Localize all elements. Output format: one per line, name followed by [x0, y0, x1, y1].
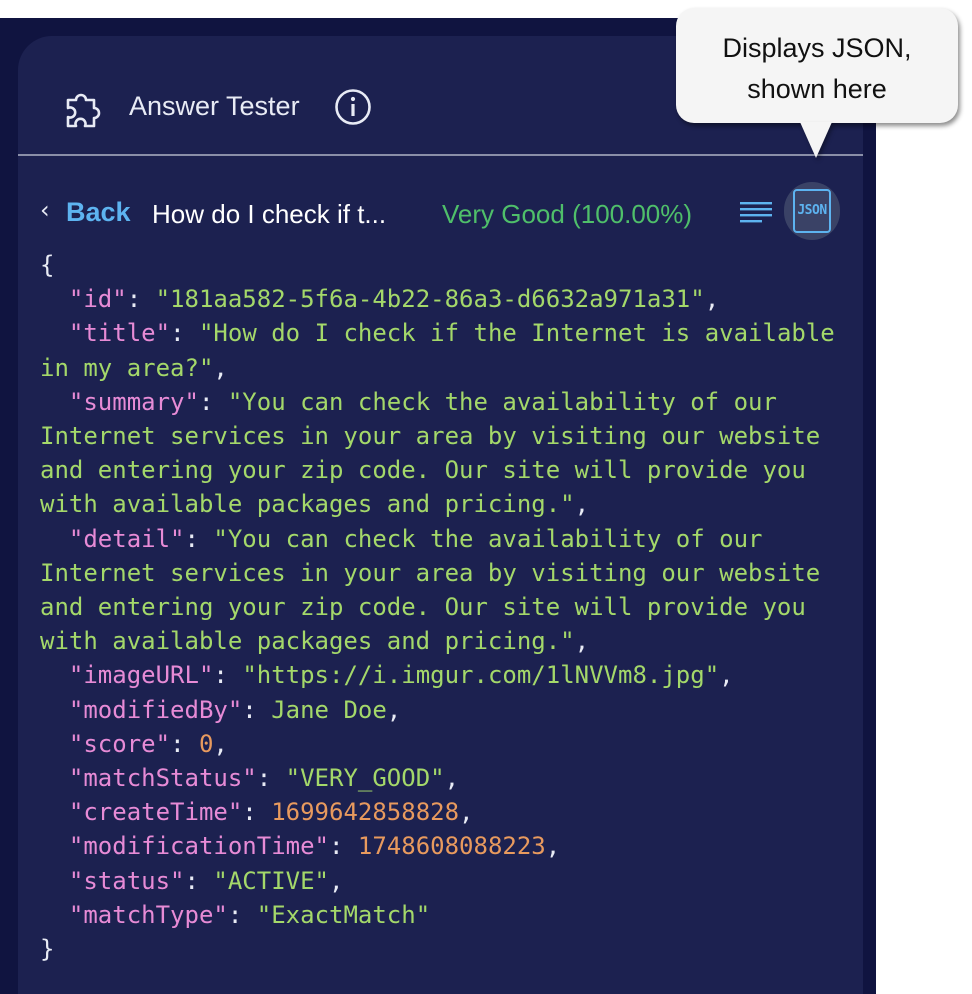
back-link[interactable]: Back	[66, 197, 131, 228]
json-field-row: "summary": "You can check the availabili…	[40, 387, 835, 519]
json-field-row: "status": "ACTIVE",	[68, 866, 344, 895]
json-key: "status"	[68, 866, 185, 895]
chevron-left-icon[interactable]: ‹	[40, 196, 50, 224]
json-key: "matchStatus"	[68, 764, 257, 793]
question-title: How do I check if t...	[152, 199, 387, 229]
json-value: Jane Doe	[271, 695, 387, 724]
match-rating: Very Good (100.00%)	[442, 199, 693, 229]
json-key: "score"	[68, 729, 171, 758]
json-key: "imageURL"	[68, 661, 214, 690]
json-fields: "id": "181aa582-5f6a-4b22-86a3-d6632a971…	[40, 285, 849, 929]
json-field-row: "matchStatus": "VERY_GOOD",	[68, 764, 460, 793]
json-icon: JSON	[793, 189, 831, 233]
tooltip-arrow	[800, 122, 832, 158]
puzzle-icon	[66, 93, 101, 128]
json-key: "detail"	[68, 524, 185, 553]
json-button-label: JSON	[797, 203, 827, 218]
tooltip-line-2: shown here	[747, 74, 887, 104]
answer-toolbar: ‹ Back How do I check if t... Very Good …	[18, 176, 863, 246]
json-key: "matchType"	[68, 900, 228, 929]
lines-icon[interactable]	[740, 200, 774, 226]
json-field-row: "id": "181aa582-5f6a-4b22-86a3-d6632a971…	[68, 285, 720, 314]
json-key: "modificationTime"	[68, 832, 329, 861]
json-value: "ACTIVE"	[213, 866, 329, 895]
json-close-brace: }	[40, 935, 55, 964]
json-key: "createTime"	[68, 798, 243, 827]
json-tooltip: Displays JSON, shown here	[676, 8, 958, 123]
panel-title: Answer Tester	[129, 91, 300, 121]
json-open-brace: {	[40, 251, 55, 279]
json-key: "title"	[68, 319, 171, 348]
json-key: "id"	[68, 285, 127, 314]
tooltip-line-1: Displays JSON,	[722, 33, 912, 63]
json-value: 0	[198, 729, 214, 758]
json-field-row: "createTime": 1699642858828,	[68, 798, 474, 827]
json-key: "modifiedBy"	[68, 695, 243, 724]
json-value: 1699642858828	[271, 798, 460, 827]
json-field-row: "detail": "You can check the availabilit…	[40, 524, 835, 656]
json-code-view: { "id": "181aa582-5f6a-4b22-86a3-d6632a9…	[40, 248, 850, 966]
json-value: 1748608088223	[357, 832, 546, 861]
header-divider	[18, 154, 863, 156]
json-field-row: "imageURL": "https://i.imgur.com/1lNVVm8…	[68, 661, 734, 690]
json-field-row: "title": "How do I check if the Internet…	[40, 319, 850, 382]
info-icon[interactable]	[334, 88, 372, 126]
json-field-row: "modificationTime": 1748608088223,	[68, 832, 561, 861]
json-key: "summary"	[68, 387, 199, 416]
json-value: "https://i.imgur.com/1lNVVm8.jpg"	[242, 661, 720, 690]
json-field-row: "score": 0,	[68, 729, 228, 758]
json-field-row: "matchType": "ExactMatch"	[68, 900, 431, 929]
json-view-button[interactable]: JSON	[784, 182, 840, 240]
json-value: "ExactMatch"	[256, 900, 431, 929]
tooltip-text: Displays JSON, shown here	[676, 28, 958, 110]
json-field-row: "modifiedBy": Jane Doe,	[68, 695, 402, 724]
json-value: "181aa582-5f6a-4b22-86a3-d6632a971a31"	[155, 285, 705, 314]
json-value: "VERY_GOOD"	[285, 764, 445, 793]
answer-tester-panel: Answer Tester ‹ Back How do I check if t…	[18, 36, 863, 994]
